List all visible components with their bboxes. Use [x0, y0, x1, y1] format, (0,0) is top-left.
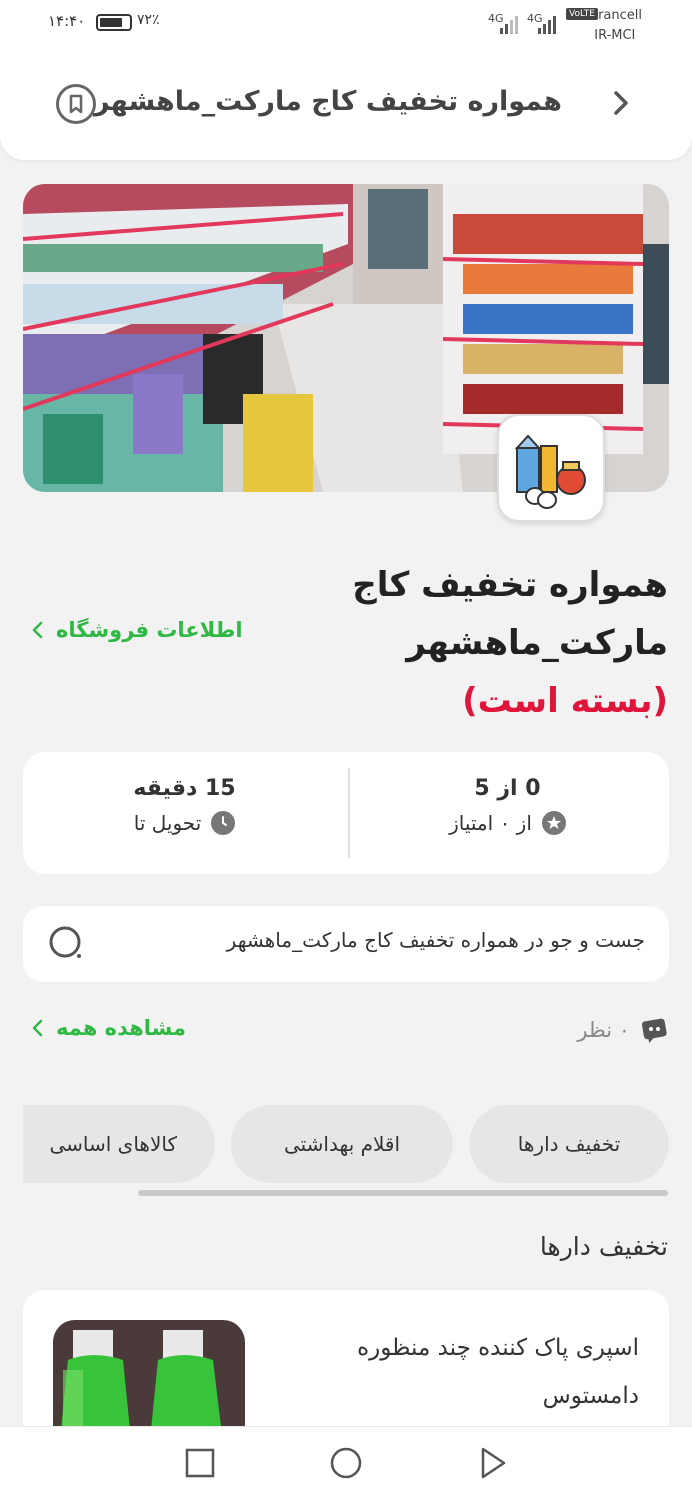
- bookmark-icon: [69, 94, 83, 114]
- app-header: همواره تخفیف کاج مارکت_ماهشهر: [0, 52, 692, 160]
- back-icon[interactable]: [476, 1445, 510, 1481]
- home-icon[interactable]: [328, 1445, 364, 1481]
- tab-essentials[interactable]: کالاهای اساسی: [23, 1105, 215, 1183]
- store-name-line-2: مارکت_ماهشهر: [406, 623, 668, 663]
- see-all-label: مشاهده همه: [56, 1016, 187, 1040]
- search-icon: [49, 926, 81, 958]
- section-title: تخفیف دارها: [539, 1232, 668, 1261]
- stats-divider: [348, 768, 350, 858]
- chevron-left-icon: [32, 621, 43, 639]
- reviews-label: ۰ نظر: [577, 1018, 630, 1042]
- chevron-left-icon: [32, 1019, 43, 1037]
- comment-icon: [642, 1018, 667, 1044]
- reviews-count: ۰ نظر: [577, 1016, 668, 1044]
- store-stats-card: 0 از 5 از ۰ امتیاز 15 دقیقه تحویل تا: [23, 752, 669, 874]
- tab-hygiene[interactable]: اقلام بهداشتی: [231, 1105, 453, 1183]
- system-nav-bar: [0, 1426, 692, 1500]
- store-name-line-1: همواره تخفیف کاج: [352, 565, 668, 605]
- carrier-name-1: Irancell: [594, 8, 642, 23]
- delivery-stat: 15 دقیقه تحویل تا: [23, 776, 346, 835]
- delivery-value: 15 دقیقه: [133, 776, 236, 801]
- rating-stat: 0 از 5 از ۰ امتیاز: [346, 776, 669, 835]
- bookmark-button[interactable]: [56, 84, 96, 124]
- clock-icon: [211, 811, 236, 835]
- carrier-info: Irancell IR-MCI: [594, 6, 642, 46]
- status-time: ۱۴:۴۰: [48, 12, 86, 30]
- search-placeholder: جست و جو در همواره تخفیف کاج مارکت_ماهشه…: [226, 928, 645, 952]
- status-bar: ۱۴:۴۰ ۷۲٪ 4G 4G VoLTE Irancell IR-MCI: [0, 0, 692, 52]
- store-info-label: اطلاعات فروشگاه: [56, 618, 243, 642]
- battery-percent: ۷۲٪: [137, 12, 160, 28]
- carrier-name-2: IR-MCI: [594, 28, 636, 43]
- see-all-reviews-link[interactable]: مشاهده همه: [30, 1016, 186, 1040]
- store-search-input[interactable]: جست و جو در همواره تخفیف کاج مارکت_ماهشه…: [23, 906, 669, 982]
- recent-apps-icon[interactable]: [184, 1445, 216, 1481]
- tabs-scrollbar[interactable]: [138, 1190, 668, 1196]
- chevron-right-icon[interactable]: [604, 86, 638, 120]
- volte-badge: VoLTE: [566, 8, 598, 20]
- rating-label: از ۰ امتیاز: [449, 811, 532, 835]
- tab-discounted[interactable]: تخفیف دارها: [469, 1105, 669, 1183]
- store-name: همواره تخفیف کاج مارکت_ماهشهر (بسته است): [308, 556, 668, 730]
- category-tabs: تخفیف دارها اقلام بهداشتی کالاهای اساسی: [23, 1100, 669, 1190]
- signal-icon: [500, 16, 518, 34]
- grocery-logo-icon: [514, 434, 586, 509]
- star-icon: [541, 811, 566, 835]
- product-name: اسپری پاک کننده چند منظوره دامستوس: [357, 1335, 639, 1409]
- signal-icon-2: [538, 16, 556, 34]
- store-logo: [497, 414, 605, 522]
- delivery-label: تحویل تا: [133, 811, 202, 835]
- page-title: همواره تخفیف کاج مارکت_ماهشهر: [93, 86, 562, 117]
- store-info-link[interactable]: اطلاعات فروشگاه: [30, 618, 243, 642]
- closed-status: (بسته است): [462, 681, 668, 721]
- rating-value: 0 از 5: [474, 776, 541, 801]
- battery-icon: [96, 14, 132, 31]
